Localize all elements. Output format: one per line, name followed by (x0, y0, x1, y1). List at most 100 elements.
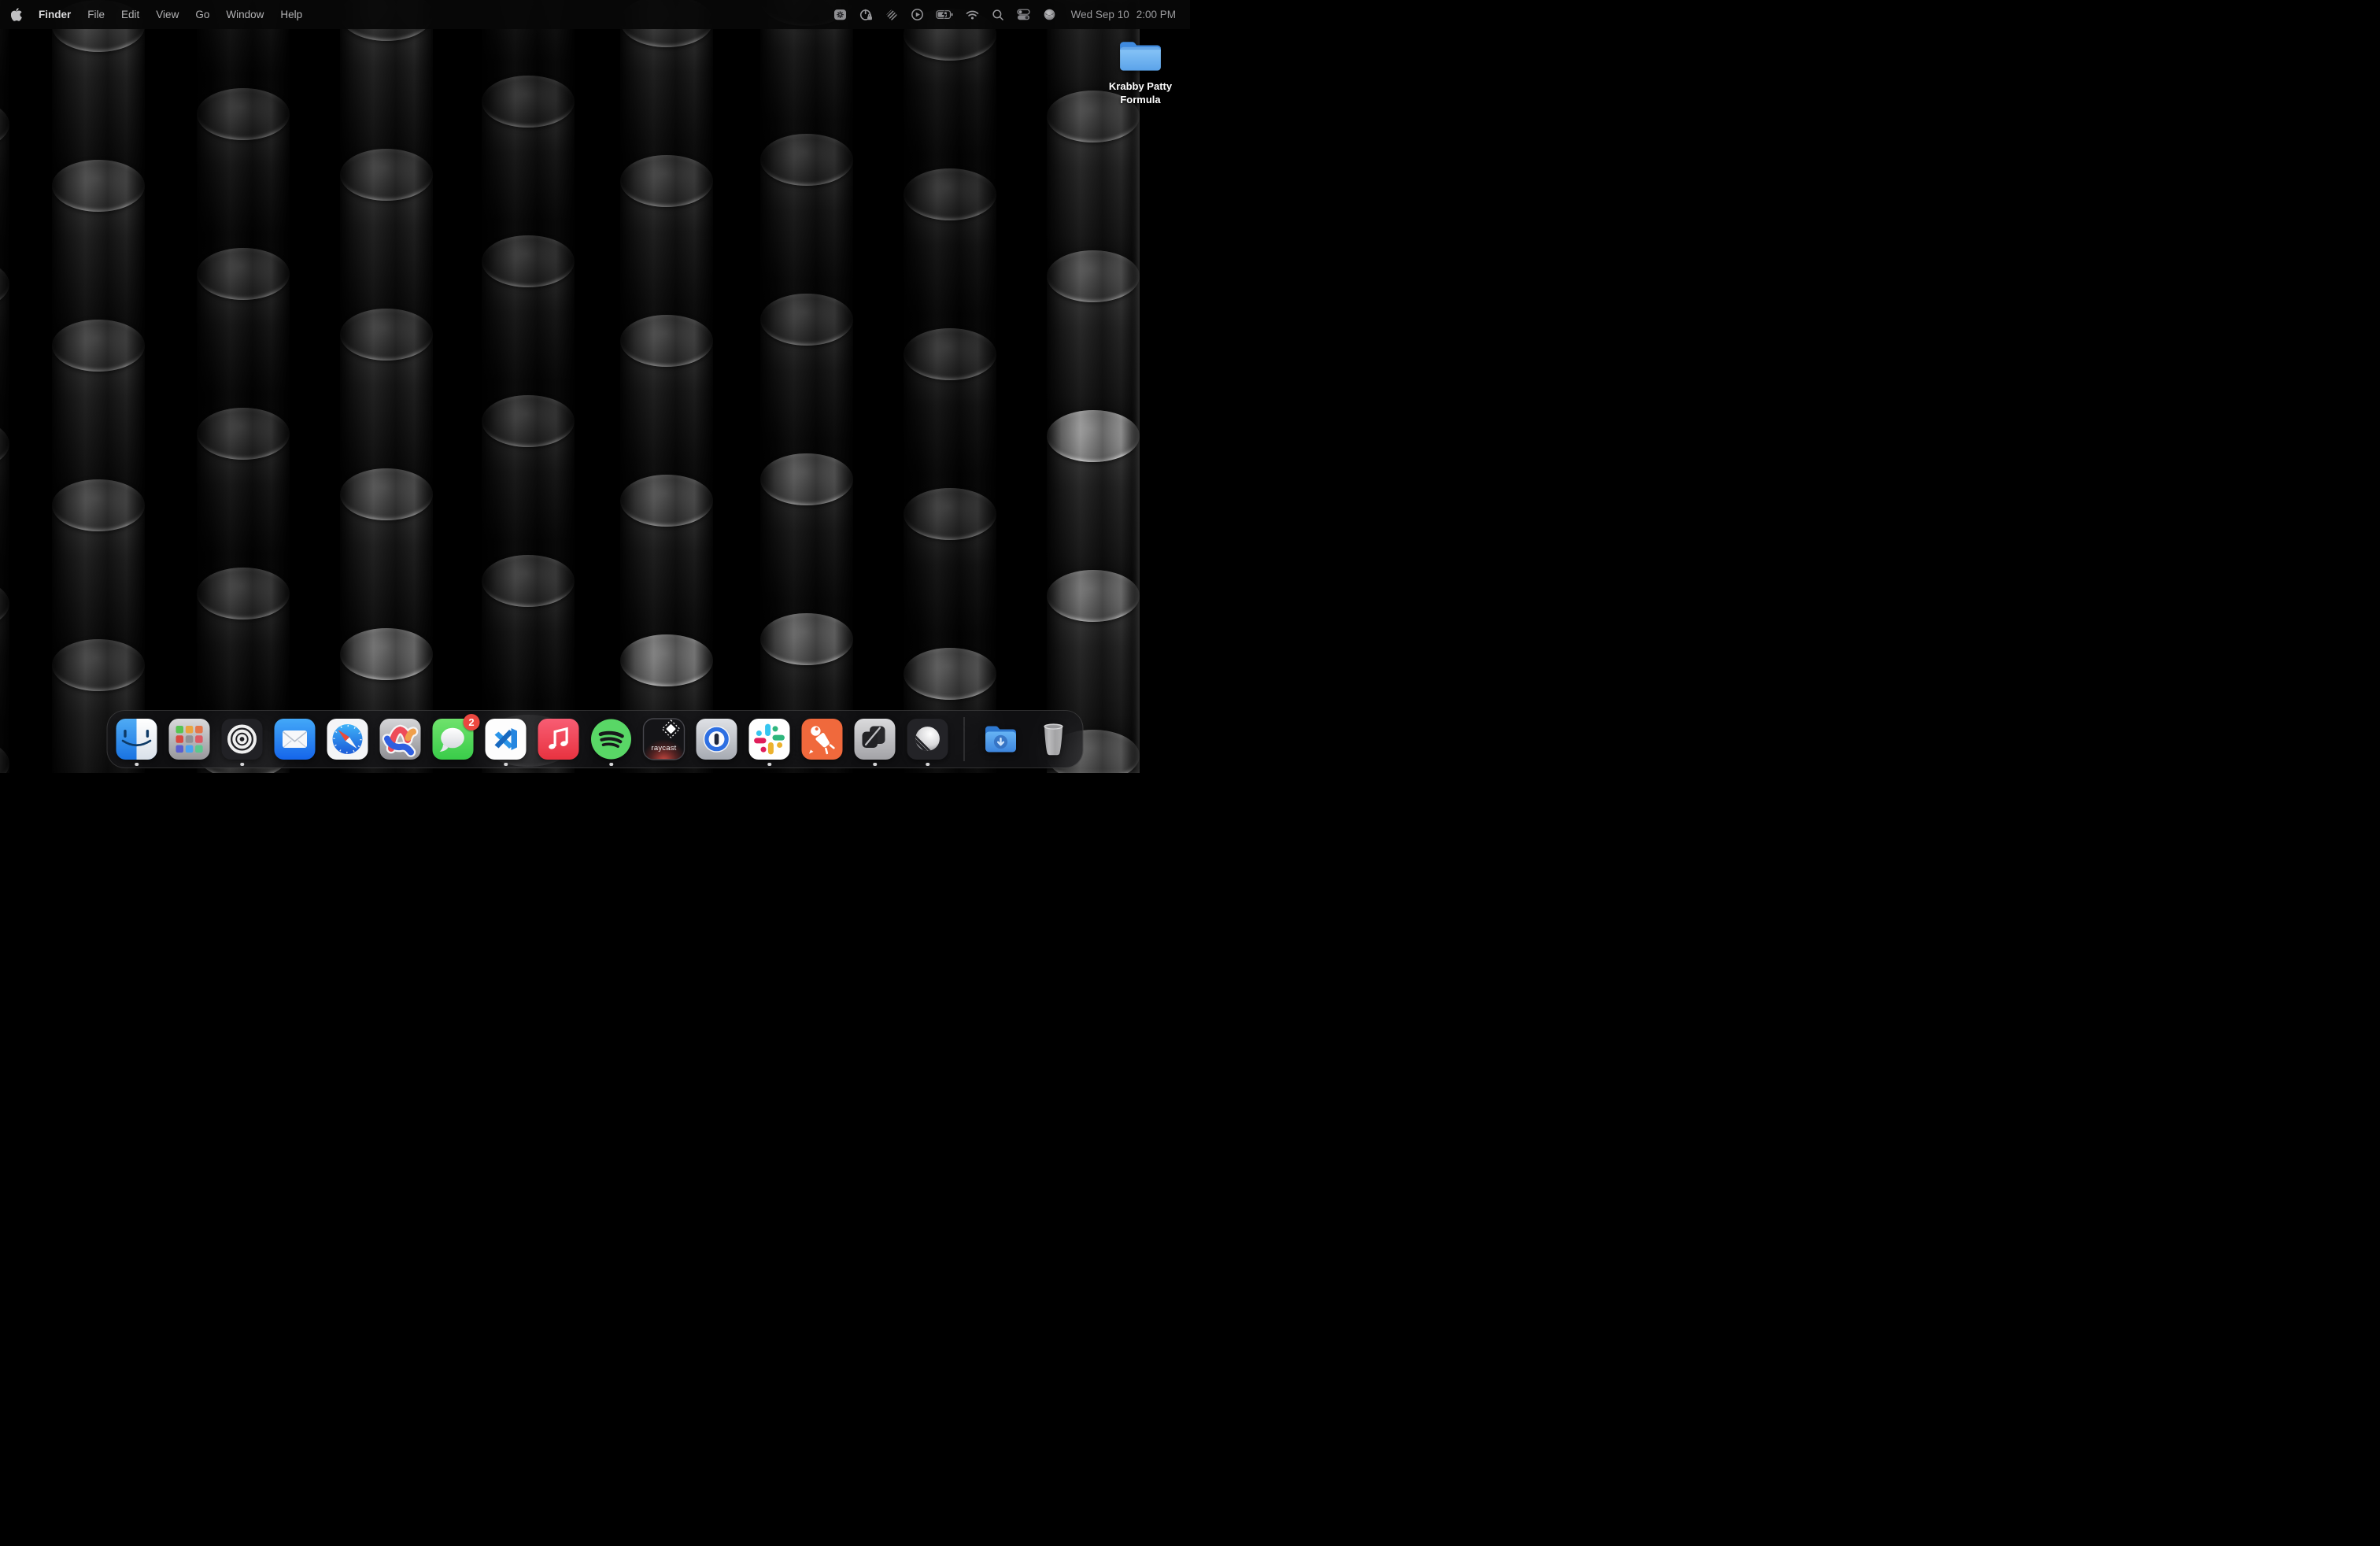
dock-item-launchpad[interactable] (168, 718, 211, 760)
desktop-folder-krabby-patty[interactable]: Krabby Patty Formula (1093, 36, 1188, 106)
dock-separator (964, 717, 965, 761)
cylinder-body (0, 284, 9, 444)
menubar-item-help[interactable]: Help (280, 9, 302, 20)
menubar-item-file[interactable]: File (87, 9, 105, 20)
striped-tag-icon[interactable] (885, 8, 899, 22)
starburst-square-icon[interactable] (833, 7, 848, 22)
menubar-item-window[interactable]: Window (226, 9, 264, 20)
cylinder-cap (52, 160, 145, 212)
dock-item-messages[interactable]: 2 (432, 718, 475, 760)
dock-item-arc-browser[interactable] (379, 718, 422, 760)
cylinder-cap (52, 479, 145, 531)
running-indicator (609, 763, 613, 767)
cylinder-cap (197, 568, 290, 620)
dock-item-music[interactable] (538, 718, 580, 760)
wallpaper-cylinder-column (482, 0, 575, 773)
wallpaper-cylinder-column (1047, 0, 1140, 773)
running-indicator (135, 763, 139, 767)
dock-item-raycast[interactable]: raycast (643, 718, 686, 760)
cylinder-cap (904, 168, 996, 220)
running-indicator (240, 763, 244, 767)
dock-item-mail[interactable] (274, 718, 316, 760)
cylinder-cap (1047, 410, 1140, 462)
cylinder-cap (1047, 250, 1140, 302)
cylinder-cap (760, 613, 853, 665)
cylinder-cap (904, 648, 996, 700)
1password-icon (696, 718, 738, 760)
notification-badge: 2 (464, 714, 480, 730)
raycast-label: raycast (643, 744, 686, 753)
cylinder-cap (620, 634, 713, 686)
cylinder-cap (340, 468, 433, 520)
spotlight-search-icon[interactable] (991, 8, 1005, 22)
dock-item-target-rings-app[interactable] (221, 718, 264, 760)
dock-item-slack[interactable] (748, 718, 791, 760)
app-menu-title[interactable]: Finder (39, 9, 71, 20)
cylinder-cap (904, 328, 996, 380)
dock: 2 raycast (107, 710, 1084, 768)
menubar-item-view[interactable]: View (156, 9, 179, 20)
linear-icon (907, 718, 949, 760)
cylinder-cap (482, 235, 575, 287)
cylinder-body (0, 604, 9, 764)
dock-item-downloads-folder[interactable] (980, 718, 1022, 760)
dock-item-safari[interactable] (327, 718, 369, 760)
cylinder-cap (340, 309, 433, 361)
music-icon (538, 718, 580, 760)
dock-item-spotify[interactable] (590, 718, 633, 760)
cylinder-cap (52, 320, 145, 372)
cylinder-cap (482, 76, 575, 128)
wallpaper-cylinder-column (904, 0, 996, 773)
cylinder-cap (620, 475, 713, 527)
siri-orb-icon[interactable] (1042, 7, 1057, 22)
cylinder-cap (760, 453, 853, 505)
wifi-icon[interactable] (965, 7, 980, 22)
cylinder-cap (52, 639, 145, 691)
play-circle-icon[interactable] (910, 7, 925, 22)
cylinder-cap (482, 395, 575, 447)
cylinder-cap (904, 488, 996, 540)
apple-menu[interactable] (11, 8, 22, 21)
postman-icon (801, 718, 844, 760)
wallpaper-cylinder-column (620, 0, 713, 773)
wallpaper-cylinder-column (0, 0, 9, 773)
dock-item-postman[interactable] (801, 718, 844, 760)
control-center-icon[interactable] (1016, 7, 1031, 22)
downloads-folder-icon (980, 718, 1022, 760)
dock-item-finder[interactable] (116, 718, 158, 760)
safari-icon (327, 718, 369, 760)
wallpaper-cylinder-column (197, 0, 290, 773)
power-lock-icon[interactable] (859, 7, 874, 22)
cylinder-cap (197, 88, 290, 140)
menubar-time: 2:00 PM (1136, 9, 1176, 20)
dock-item-vscode[interactable] (485, 718, 527, 760)
slack-icon (748, 718, 791, 760)
menubar-item-go[interactable]: Go (195, 9, 209, 20)
raycast-icon (643, 718, 686, 760)
status-icons (833, 6, 1057, 23)
menubar-date: Wed Sep 10 (1071, 9, 1129, 20)
dock-item-tilted-cards-app[interactable] (854, 718, 896, 760)
running-indicator (926, 763, 929, 767)
finder-icon (116, 718, 158, 760)
dock-item-linear[interactable] (907, 718, 949, 760)
menubar-item-edit[interactable]: Edit (121, 9, 139, 20)
dock-item-trash[interactable] (1033, 718, 1075, 760)
cylinder-cap (197, 248, 290, 300)
wallpaper (0, 0, 1190, 773)
target-rings-app-icon (221, 718, 264, 760)
cylinder-cap (620, 315, 713, 367)
cylinder-cap (760, 294, 853, 346)
menu-bar-right: Wed Sep 10 2:00 PM (833, 6, 1176, 23)
spotify-icon (590, 718, 633, 760)
battery-charging-icon[interactable] (936, 6, 954, 23)
menubar-clock[interactable]: Wed Sep 10 2:00 PM (1071, 9, 1176, 20)
cylinder-cap (482, 555, 575, 607)
menu-items: File Edit View Go Window Help (87, 8, 319, 22)
wallpaper-cylinder-column (340, 0, 433, 773)
blue-folder-icon (1117, 36, 1164, 78)
cylinder-cap (197, 408, 290, 460)
dock-item-1password[interactable] (696, 718, 738, 760)
wallpaper-cylinder-column (760, 0, 853, 773)
menu-bar: Finder File Edit View Go Window Help Wed Sep … (0, 0, 1190, 29)
